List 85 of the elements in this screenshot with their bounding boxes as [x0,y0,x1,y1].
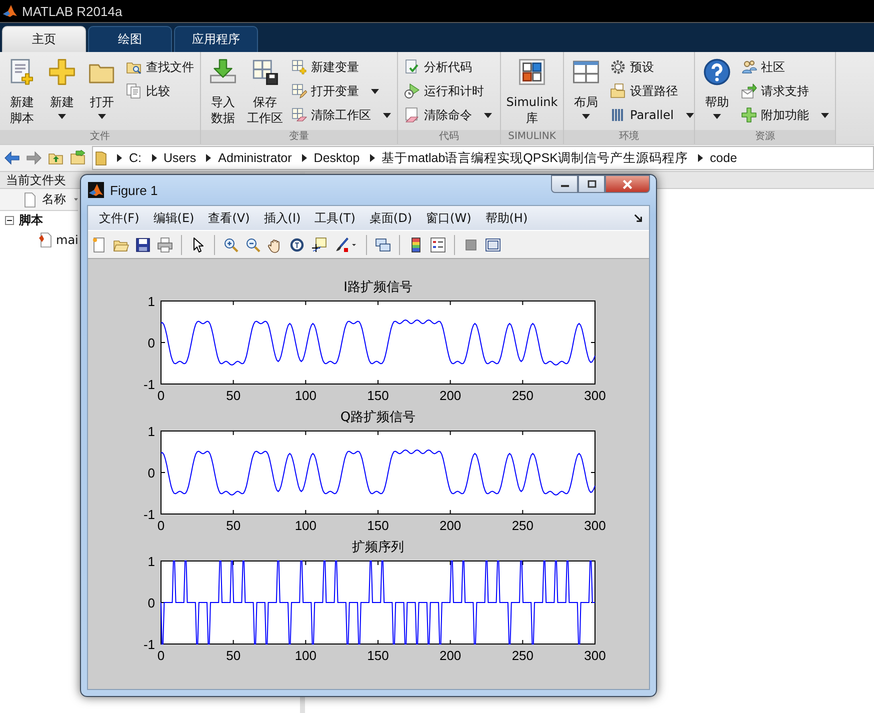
tick-label: -1 [143,377,155,392]
toolstrip-button[interactable]: 预设 [608,55,656,79]
toolstrip-button[interactable]: 打开 [84,55,120,130]
section-label: 资源 [695,130,835,144]
tick-label: 0 [157,388,165,401]
tick-label: 0 [157,648,165,661]
menu-item[interactable]: 帮助(H) [478,210,535,226]
tick-label: 1 [148,294,155,309]
toolstrip-button[interactable]: 帮助 [699,55,735,130]
toolstrip-button[interactable]: Parallel [608,103,696,127]
plot-title: 扩频序列 [352,540,404,555]
plot-title: I路扩频信号 [344,280,412,295]
tick-label: 150 [367,648,389,661]
tick-label: 300 [584,518,606,531]
section-label: SIMULINK [501,130,563,144]
tick-label: 50 [226,648,241,661]
tab[interactable]: 绘图 [88,26,172,52]
toolstrip-button[interactable]: 社区 [739,55,787,79]
toolstrip-button[interactable]: 分析代码 [402,55,474,79]
path-crumb[interactable]: Desktop [314,151,360,165]
toolstrip-button[interactable]: 查找文件 [124,55,196,79]
menu-item[interactable]: 文件(F) [92,210,146,226]
tick-label: 0 [148,466,155,480]
tick-label: -1 [143,637,155,652]
tick-label: 1 [148,554,155,569]
toolstrip-button[interactable]: 导入 数据 [205,55,241,130]
tick-label: 250 [512,518,534,531]
menu-item[interactable]: 工具(T) [308,210,362,226]
tick-label: 1 [148,424,155,439]
toolstrip-button[interactable]: 布局 [568,55,604,130]
app-title: MATLAB R2014a [22,4,122,18]
path-crumb[interactable]: Users [164,151,196,165]
toolstrip-button[interactable]: 清除命令 [402,103,494,127]
file-name[interactable]: mai [56,232,78,246]
column-header[interactable]: 名称 [0,189,78,211]
menu-item[interactable]: 插入(I) [256,210,308,226]
menu-item[interactable]: 查看(V) [201,210,257,226]
tick-label: 200 [439,518,462,531]
tick-label: 150 [367,518,389,531]
toolstrip-button[interactable]: 保存 工作区 [245,55,285,130]
section-label: 代码 [398,130,500,144]
tree-group[interactable]: 脚本 [19,212,43,229]
tick-label: 300 [584,648,606,661]
tick-label: 100 [294,518,317,531]
tick-label: 100 [294,648,317,661]
tick-label: 250 [512,388,534,401]
toolstrip-button[interactable]: 请求支持 [739,79,811,103]
tick-label: 300 [584,388,606,401]
tab[interactable]: 主页 [2,26,86,52]
path-crumb[interactable]: code [710,151,738,165]
toolstrip-button[interactable]: 设置路径 [608,79,680,103]
tick-label: 0 [148,596,155,610]
tick-label: 200 [439,388,462,401]
plot-title: Q路扩频信号 [340,410,416,425]
menu-item[interactable]: 编辑(E) [146,210,202,226]
toolstrip-button[interactable]: Simulink 库 [505,55,559,130]
toolstrip-button[interactable]: 运行和计时 [402,79,486,103]
section-label: 环境 [564,130,694,144]
path-field[interactable]: C: Users Administrator Desktop 基于matlab语言编程实现QPSK调制信号产生源码程序 code [92,146,874,170]
toolstrip-button[interactable]: 清除工作区 [289,103,393,127]
toolstrip-button[interactable]: 附加功能 [739,103,831,127]
toolstrip-button[interactable]: 新建 脚本 [4,55,40,130]
toolstrip-button[interactable]: 新建变量 [289,55,361,79]
section-label: 变量 [201,130,397,144]
path-crumb[interactable]: Administrator [218,151,292,165]
panel-title: 当前文件夹 [6,173,66,187]
path-crumb[interactable]: C: [129,151,142,165]
tick-label: 200 [439,648,462,661]
tick-label: 50 [226,388,241,401]
window-title: Figure 1 [110,182,158,198]
tick-label: 250 [512,648,534,661]
tick-label: 0 [148,336,155,350]
tick-label: 0 [157,518,165,531]
tab[interactable]: 应用程序 [174,26,258,52]
toolstrip-button[interactable]: 打开变量 [289,79,381,103]
tick-label: 100 [294,388,317,401]
tick-label: 150 [367,388,389,401]
toolstrip-button[interactable]: 新建 [44,55,80,130]
section-label: 文件 [0,130,200,144]
path-crumb[interactable]: 基于matlab语言编程实现QPSK调制信号产生源码程序 [382,150,688,166]
menu-item[interactable]: 窗口(W) [419,210,478,226]
tick-label: -1 [143,507,155,522]
menu-item[interactable]: 桌面(D) [362,210,420,226]
tick-label: 50 [226,518,241,531]
toolstrip-button[interactable]: 比较 [124,79,172,103]
